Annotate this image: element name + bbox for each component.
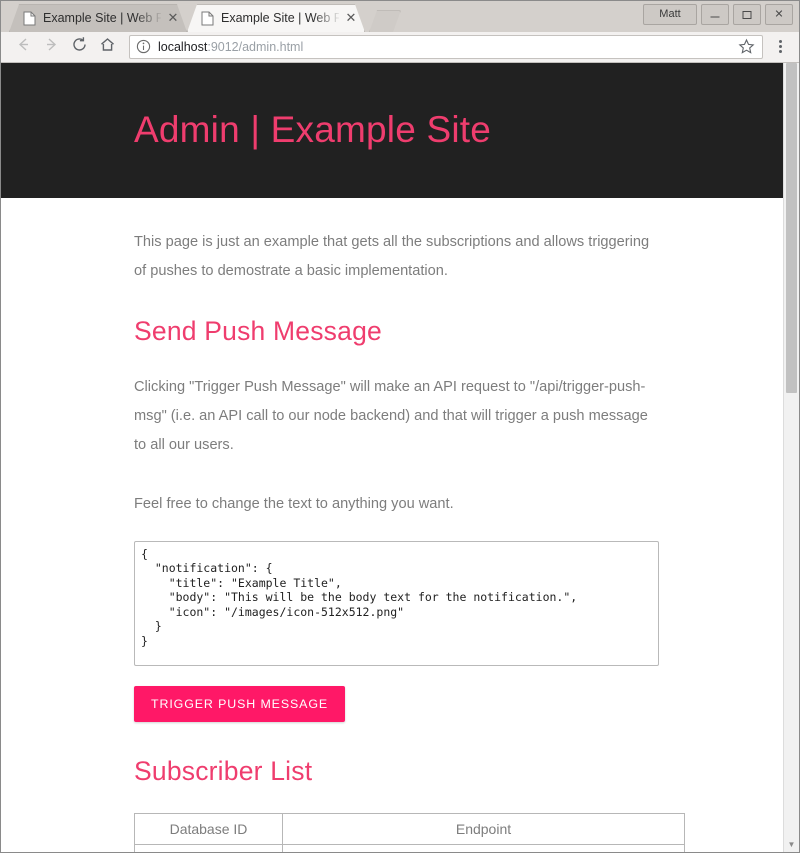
close-window-button[interactable]: ✕ [765, 4, 793, 25]
dot [778, 40, 782, 44]
page-icon [201, 11, 214, 26]
url-path: :9012/admin.html [207, 39, 304, 54]
browser-tab-2[interactable]: Example Site | Web P ✕ [187, 4, 365, 32]
profile-button[interactable]: Matt [643, 4, 697, 25]
dot [778, 45, 782, 49]
table-head: Database ID Endpoint [134, 812, 685, 845]
url-text: localhost:9012/admin.html [158, 40, 303, 54]
info-circle-icon[interactable] [136, 39, 151, 54]
arrow-left-icon [15, 36, 32, 58]
window-controls: Matt ✕ [643, 4, 793, 25]
page-viewport: Admin | Example Site This page is just a… [1, 62, 799, 852]
minimize-button[interactable] [701, 4, 729, 25]
close-icon[interactable]: ✕ [343, 10, 359, 26]
star-icon[interactable] [738, 38, 756, 56]
maximize-button[interactable] [733, 4, 761, 25]
kebab-menu-icon[interactable] [769, 34, 791, 60]
table-header-row: Database ID Endpoint [134, 812, 685, 845]
page-icon [23, 11, 36, 26]
tab-title: Example Site | Web P [221, 11, 339, 26]
new-tab-button[interactable] [369, 10, 401, 32]
browser-tab-1[interactable]: Example Site | Web P ✕ [9, 4, 187, 32]
arrow-right-icon [43, 36, 60, 58]
send-push-paragraph-2: Feel free to change the text to anything… [134, 495, 454, 512]
scroll-down-arrow-icon[interactable]: ▼ [784, 837, 799, 852]
table-row: lege3Q7Dxz3aVShL https://fcm.googleapis.… [134, 843, 685, 852]
reload-icon [71, 36, 88, 58]
home-icon [99, 36, 116, 58]
close-icon: ✕ [774, 8, 784, 20]
push-payload-textarea[interactable] [134, 540, 659, 666]
back-button[interactable] [9, 33, 37, 61]
site-header: Admin | Example Site [1, 62, 783, 198]
tab-strip: Example Site | Web P ✕ Example Site | We… [1, 1, 799, 33]
dot [778, 50, 782, 54]
trigger-push-message-button[interactable]: TRIGGER PUSH MESSAGE [134, 685, 346, 722]
scrollbar-thumb[interactable] [786, 62, 797, 393]
subscriber-table: Database ID Endpoint lege3Q7Dxz3aVShL ht… [134, 812, 685, 852]
send-push-heading: Send Push Message [134, 315, 382, 346]
forward-button[interactable] [37, 33, 65, 61]
page-title: Admin | Example Site [134, 109, 492, 151]
column-header-database-id: Database ID [134, 812, 283, 845]
browser-window: Example Site | Web P ✕ Example Site | We… [0, 0, 800, 853]
home-button[interactable] [93, 33, 121, 61]
close-icon[interactable]: ✕ [165, 10, 181, 26]
cell-endpoint: https://fcm.googleapis.com/fcm/send/dfLt… [282, 843, 685, 852]
table-body: lege3Q7Dxz3aVShL https://fcm.googleapis.… [134, 843, 685, 852]
address-bar[interactable]: localhost:9012/admin.html [129, 34, 763, 59]
cell-database-id: lege3Q7Dxz3aVShL [134, 843, 283, 852]
url-host: localhost [158, 39, 208, 54]
tab-title: Example Site | Web P [43, 11, 161, 26]
page-content: This page is just an example that gets a… [1, 198, 783, 852]
page-scrollbar[interactable]: ▲ ▼ [783, 62, 799, 852]
web-page: Admin | Example Site This page is just a… [1, 62, 783, 852]
send-push-paragraph-1: Clicking "Trigger Push Message" will mak… [134, 378, 648, 453]
column-header-endpoint: Endpoint [282, 812, 685, 845]
browser-toolbar: localhost:9012/admin.html [1, 32, 799, 63]
intro-paragraph: This page is just an example that gets a… [134, 233, 650, 279]
reload-button[interactable] [65, 33, 93, 61]
subscriber-list-heading: Subscriber List [134, 755, 313, 786]
